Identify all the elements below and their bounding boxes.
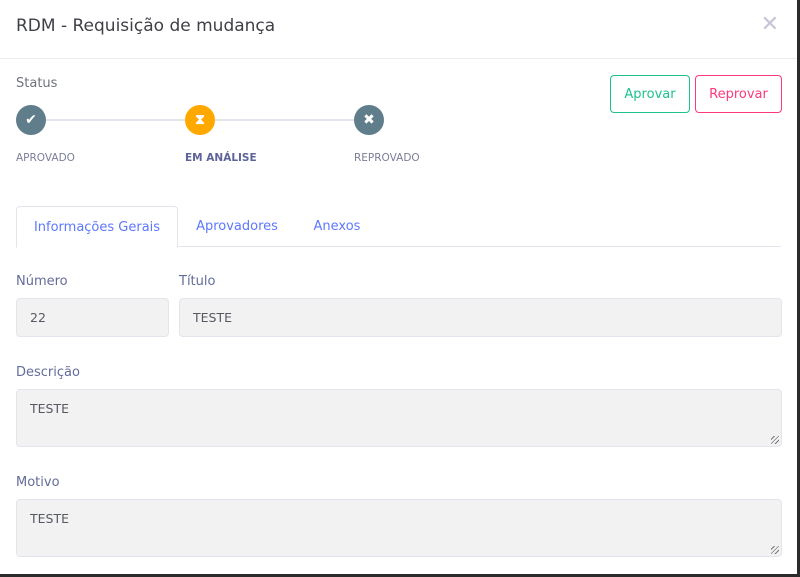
motivo-value: TESTE xyxy=(30,511,70,526)
modal-title: RDM - Requisição de mudança xyxy=(16,16,276,36)
approve-button[interactable]: Aprovar xyxy=(610,75,690,113)
descricao-value: TESTE xyxy=(30,401,70,416)
close-icon[interactable]: ✕ xyxy=(761,14,779,36)
resize-handle-icon[interactable] xyxy=(771,546,779,554)
step-label-em-analise: EM ANÁLISE xyxy=(185,152,257,164)
descricao-textarea[interactable]: TESTE xyxy=(16,389,782,447)
step-label-reprovado: REPROVADO xyxy=(354,152,420,164)
step-label-aprovado: APROVADO xyxy=(16,152,75,164)
descricao-label: Descrição xyxy=(16,365,80,380)
numero-label: Número xyxy=(16,274,68,289)
reject-button[interactable]: Reprovar xyxy=(695,75,782,113)
status-label: Status xyxy=(16,76,58,91)
tab-anexos[interactable]: Anexos xyxy=(304,206,370,247)
numero-field[interactable]: 22 xyxy=(16,298,169,337)
titulo-label: Título xyxy=(179,274,216,289)
tab-bar: Informações Gerais Aprovadores Anexos xyxy=(16,206,781,248)
hourglass-icon: ⧗ xyxy=(185,105,215,135)
modal-header: RDM - Requisição de mudança ✕ xyxy=(0,0,797,59)
tab-aprovadores[interactable]: Aprovadores xyxy=(186,206,288,247)
motivo-label: Motivo xyxy=(16,475,60,490)
resize-handle-icon[interactable] xyxy=(771,436,779,444)
titulo-field[interactable]: TESTE xyxy=(179,298,782,337)
x-icon: ✖ xyxy=(354,105,384,135)
modal: RDM - Requisição de mudança ✕ Status ✔ ⧗… xyxy=(0,0,797,574)
tab-informacoes-gerais[interactable]: Informações Gerais xyxy=(16,206,178,248)
motivo-textarea[interactable]: TESTE xyxy=(16,499,782,557)
check-icon: ✔ xyxy=(16,105,46,135)
